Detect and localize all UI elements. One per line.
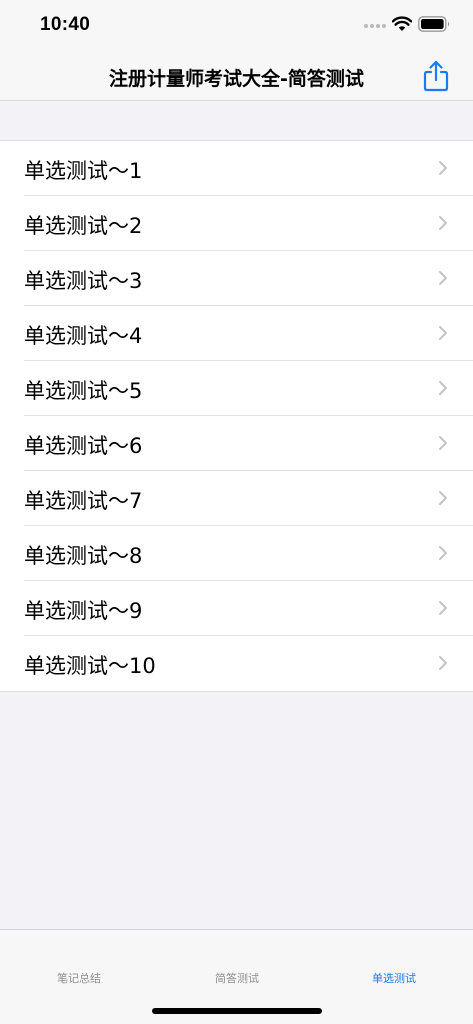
chevron-right-icon — [439, 491, 447, 505]
chevron-right-icon — [439, 436, 447, 450]
chevron-right-icon — [439, 601, 447, 615]
wifi-icon — [392, 16, 412, 31]
home-indicator[interactable] — [152, 1008, 322, 1014]
chevron-right-icon — [439, 161, 447, 175]
list-item-label: 单选测试～7 — [24, 489, 143, 513]
battery-icon — [418, 16, 450, 32]
list-item-label: 单选测试～6 — [24, 434, 143, 458]
chevron-right-icon — [439, 326, 447, 340]
list-item-label: 单选测试～9 — [24, 599, 143, 623]
list-item-label: 单选测试～2 — [24, 214, 143, 238]
tab-short-answer-test[interactable]: 简答测试 — [158, 970, 316, 986]
list-item-label: 单选测试～3 — [24, 269, 143, 293]
list-item-test-1[interactable]: 单选测试～1 — [0, 141, 473, 196]
list-item-test-5[interactable]: 单选测试～5 — [0, 361, 473, 416]
tab-single-choice-test[interactable]: 单选测试 — [315, 970, 473, 986]
page-title: 注册计量师考试大全-简答测试 — [109, 68, 364, 90]
list-item-test-3[interactable]: 单选测试～3 — [0, 251, 473, 306]
list-item-label: 单选测试～5 — [24, 379, 143, 403]
list-item-test-4[interactable]: 单选测试～4 — [0, 306, 473, 361]
list-item-test-6[interactable]: 单选测试～6 — [0, 416, 473, 471]
list-item-test-7[interactable]: 单选测试～7 — [0, 471, 473, 526]
list-item-label: 单选测试～4 — [24, 324, 143, 348]
screen: 10:40 注册计量师考试大全-简答测试 单选测试～1 单选测试～2 单选测试～… — [0, 0, 473, 1024]
status-time: 10:40 — [40, 14, 91, 35]
share-icon — [423, 60, 449, 92]
list-item-label: 单选测试～1 — [24, 159, 143, 183]
tab-notes-summary[interactable]: 笔记总结 — [0, 970, 158, 986]
chevron-right-icon — [439, 271, 447, 285]
share-button[interactable] — [420, 59, 452, 93]
list-item-test-10[interactable]: 单选测试～10 — [0, 636, 473, 691]
list-item-test-2[interactable]: 单选测试～2 — [0, 196, 473, 251]
navigation-bar: 注册计量师考试大全-简答测试 — [0, 52, 473, 101]
test-list: 单选测试～1 单选测试～2 单选测试～3 单选测试～4 单选测试～5 单选测试～… — [0, 140, 473, 692]
cellular-signal-icon — [364, 24, 386, 30]
list-item-test-8[interactable]: 单选测试～8 — [0, 526, 473, 581]
chevron-right-icon — [439, 381, 447, 395]
status-bar: 10:40 — [0, 0, 473, 52]
list-item-label: 单选测试～8 — [24, 544, 143, 568]
chevron-right-icon — [439, 546, 447, 560]
list-item-test-9[interactable]: 单选测试～9 — [0, 581, 473, 636]
chevron-right-icon — [439, 656, 447, 670]
list-item-label: 单选测试～10 — [24, 654, 156, 678]
chevron-right-icon — [439, 216, 447, 230]
